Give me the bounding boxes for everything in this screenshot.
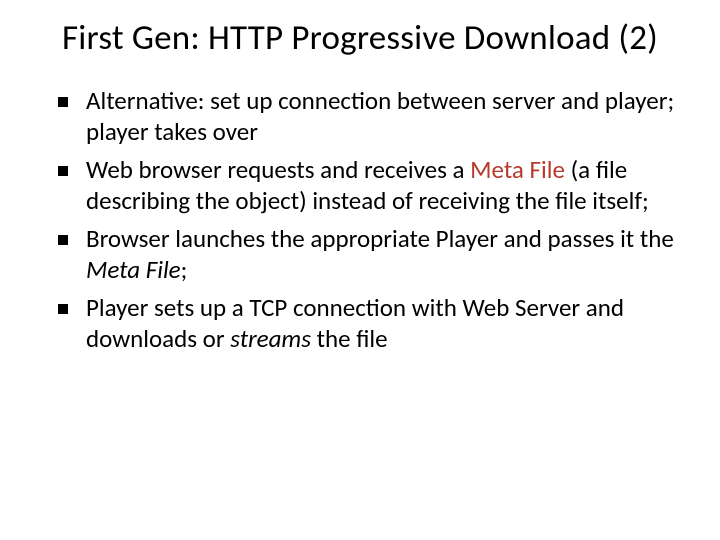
slide-title: First Gen: HTTP Progressive Download (2) [40, 18, 680, 58]
meta-file-term-italic: Meta File [86, 254, 181, 285]
bullet-item: Player sets up a TCP connection with Web… [58, 293, 676, 354]
meta-file-term: Meta File [470, 154, 565, 185]
bullet-item: Browser launches the appropriate Player … [58, 224, 676, 285]
bullet-item: Alternative: set up connection between s… [58, 86, 676, 147]
bullet-item: Web browser requests and receives a Meta… [58, 155, 676, 216]
bullet-text-post: the file [311, 323, 388, 354]
bullet-text-pre: Browser launches the appropriate Player … [86, 223, 674, 254]
streams-term: streams [230, 323, 311, 354]
bullet-text: Alternative: set up connection between s… [86, 85, 674, 147]
bullet-text-pre: Web browser requests and receives a [86, 154, 470, 185]
bullet-text-post: ; [181, 254, 188, 285]
bullet-list: Alternative: set up connection between s… [40, 86, 680, 354]
slide: First Gen: HTTP Progressive Download (2)… [0, 0, 720, 540]
